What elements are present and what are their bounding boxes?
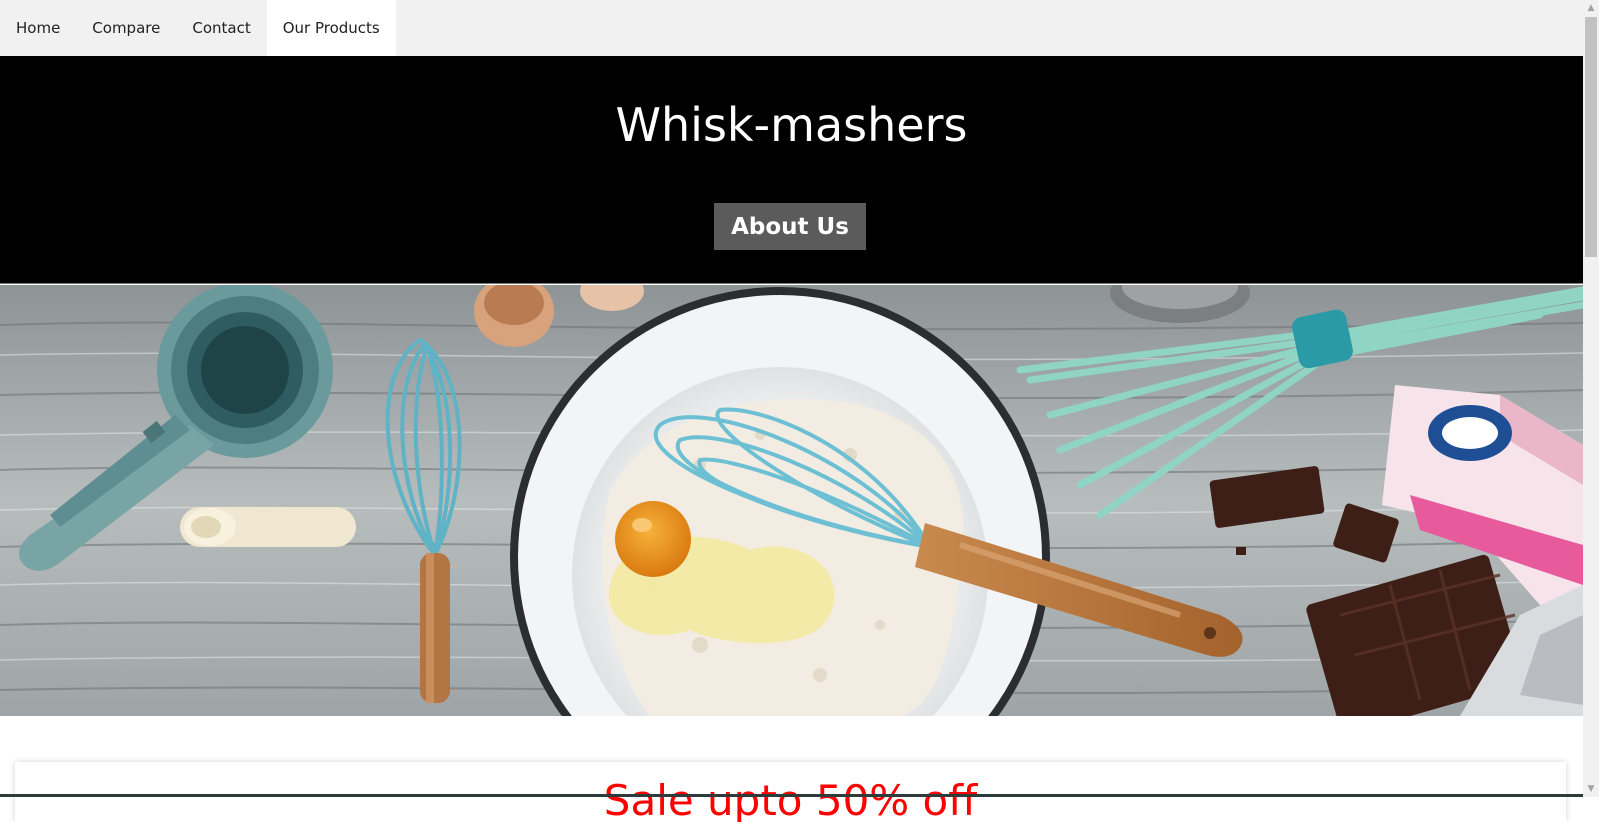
scroll-down-arrow-icon[interactable]: ▼ (1583, 781, 1599, 797)
site-title: Whisk-mashers (615, 98, 968, 152)
site-header: Whisk-mashers About Us (0, 56, 1583, 284)
nav-item-contact[interactable]: Contact (176, 0, 266, 56)
about-us-button[interactable]: About Us (714, 203, 866, 250)
nav-item-our-products[interactable]: Our Products (266, 0, 396, 56)
scrollbar-thumb[interactable] (1585, 17, 1597, 257)
hero-illustration (0, 285, 1583, 716)
hero-image (0, 285, 1583, 716)
top-nav: Home Compare Contact Our Products (0, 0, 1583, 56)
measuring-spoons (180, 507, 356, 547)
sale-heading: Sale upto 50% off (603, 776, 978, 822)
nav-item-home[interactable]: Home (0, 0, 76, 56)
nav-item-compare[interactable]: Compare (76, 0, 176, 56)
sale-card: Sale upto 50% off (15, 762, 1566, 822)
scroll-up-arrow-icon[interactable]: ▲ (1583, 0, 1599, 16)
vertical-scrollbar[interactable]: ▲ ▼ (1583, 0, 1599, 797)
